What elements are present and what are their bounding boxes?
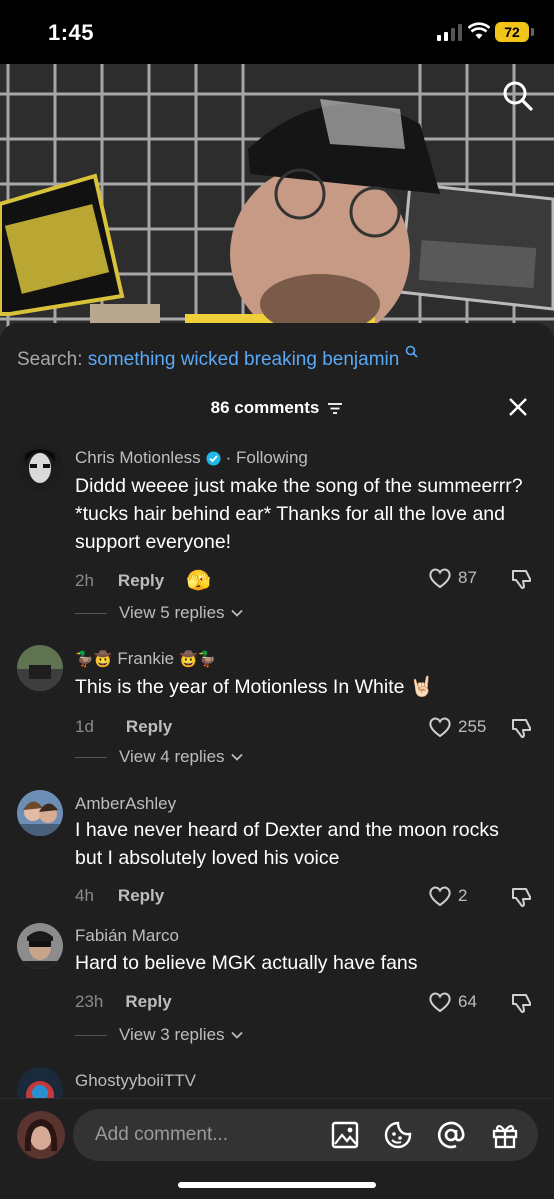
username-text: Frankie <box>117 649 175 668</box>
comment-time: 4h <box>75 886 94 905</box>
following-label: · Following <box>225 448 308 467</box>
sort-icon[interactable] <box>327 402 343 415</box>
avatar[interactable] <box>17 790 63 836</box>
like-count: 2 <box>458 886 468 905</box>
like-count: 64 <box>458 992 477 1011</box>
avatar-image <box>17 645 63 691</box>
avatar-image <box>17 444 63 490</box>
comment-username[interactable]: Chris Motionless · Following <box>75 448 308 468</box>
battery-icon: 72 <box>495 22 529 42</box>
like-button[interactable]: 2 <box>428 885 467 907</box>
duck-icon: 🤠🦆 <box>179 651 217 668</box>
battery-tip <box>531 28 534 36</box>
heart-icon <box>429 992 451 1013</box>
replies-divider <box>75 1034 107 1036</box>
comment-meta: 23h Reply <box>75 992 172 1012</box>
comment-username[interactable]: 🦆🤠 Frankie 🤠🦆 <box>75 649 216 669</box>
like-button[interactable]: 255 <box>428 716 486 738</box>
mention-icon[interactable] <box>436 1120 466 1150</box>
comment-username[interactable]: GhostyyboiiTTV <box>75 1071 196 1091</box>
reply-button[interactable]: Reply <box>126 717 172 737</box>
duck-icon: 🦆🤠 <box>75 651 113 668</box>
comment-input[interactable] <box>95 1109 315 1161</box>
status-time: 1:45 <box>48 20 95 45</box>
chevron-down-icon <box>230 609 243 617</box>
verified-badge-icon <box>206 451 221 465</box>
my-avatar <box>17 1111 65 1159</box>
gift-icon[interactable] <box>490 1120 520 1150</box>
status-bar: 1:45 72 <box>0 0 554 64</box>
heart-icon <box>429 886 451 907</box>
view-replies-button[interactable]: View 3 replies <box>75 1025 243 1045</box>
view-replies-label: View 5 replies <box>119 603 225 622</box>
like-button[interactable]: 64 <box>428 991 477 1013</box>
username-text: Fabián Marco <box>75 926 179 945</box>
wifi-icon <box>468 22 490 39</box>
avatar[interactable] <box>17 923 63 969</box>
comment-time: 23h <box>75 992 104 1011</box>
avatar-image <box>17 790 63 836</box>
dislike-icon[interactable] <box>510 568 532 590</box>
comment-composer <box>0 1098 554 1199</box>
comment-text: Hard to believe MGK actually have fans <box>75 952 418 974</box>
username-text: GhostyyboiiTTV <box>75 1071 196 1090</box>
comments-count: 86 comments <box>210 398 320 417</box>
comment-meta: 1d Reply <box>75 717 172 737</box>
replies-divider <box>75 756 107 758</box>
my-avatar-image <box>17 1111 65 1159</box>
like-button[interactable]: 87 <box>428 567 477 589</box>
comment-meta: 2h Reply 🫣 <box>75 568 211 593</box>
view-replies-button[interactable]: View 4 replies <box>75 747 243 767</box>
dislike-icon[interactable] <box>510 992 532 1014</box>
sticker-icon: 🫣 <box>186 570 212 592</box>
avatar[interactable] <box>17 645 63 691</box>
dislike-icon[interactable] <box>510 717 532 739</box>
signal-icon <box>437 24 462 41</box>
search-icon[interactable] <box>502 80 534 112</box>
close-icon[interactable] <box>506 395 530 419</box>
sticker-icon[interactable] <box>383 1120 413 1150</box>
reply-button[interactable]: Reply <box>118 571 164 591</box>
username-text: AmberAshley <box>75 794 177 813</box>
home-indicator[interactable] <box>178 1182 376 1188</box>
add-comment-field[interactable] <box>73 1109 538 1161</box>
heart-icon <box>429 717 451 738</box>
comment-time: 2h <box>75 570 94 590</box>
heart-icon <box>429 568 451 589</box>
like-count: 255 <box>458 717 487 736</box>
reply-button[interactable]: Reply <box>125 992 171 1012</box>
view-replies-label: View 3 replies <box>119 1025 225 1044</box>
comment-username[interactable]: AmberAshley <box>75 794 176 814</box>
chevron-down-icon <box>230 1031 243 1039</box>
image-icon[interactable] <box>330 1120 360 1150</box>
comment-text: This is the year of Motionless In White … <box>75 676 435 698</box>
username-text: Chris Motionless <box>75 448 201 467</box>
comment-time: 1d <box>75 717 94 736</box>
video-preview[interactable] <box>0 64 554 344</box>
search-small-icon <box>405 345 418 358</box>
chevron-down-icon <box>230 753 243 761</box>
comment-text: I have never heard of Dexter and the moo… <box>75 819 499 869</box>
comments-sheet: Search: something wicked breaking benjam… <box>0 323 554 1199</box>
avatar[interactable] <box>17 444 63 490</box>
video-frame <box>0 64 554 344</box>
comment-username[interactable]: Fabián Marco <box>75 926 179 946</box>
search-label: Search: <box>17 349 88 370</box>
like-count: 87 <box>458 568 477 587</box>
comments-header: 86 comments <box>0 398 554 418</box>
dislike-icon[interactable] <box>510 886 532 908</box>
comment-meta: 4h Reply <box>75 886 164 906</box>
view-replies-button[interactable]: View 5 replies <box>75 603 243 623</box>
search-query[interactable]: something wicked breaking benjamin <box>88 349 400 370</box>
replies-divider <box>75 612 107 614</box>
comment-text: Diddd weeee just make the song of the su… <box>75 475 523 553</box>
search-suggestion[interactable]: Search: something wicked breaking benjam… <box>17 345 418 371</box>
view-replies-label: View 4 replies <box>119 747 225 766</box>
reply-button[interactable]: Reply <box>118 886 164 906</box>
avatar-image <box>17 923 63 969</box>
